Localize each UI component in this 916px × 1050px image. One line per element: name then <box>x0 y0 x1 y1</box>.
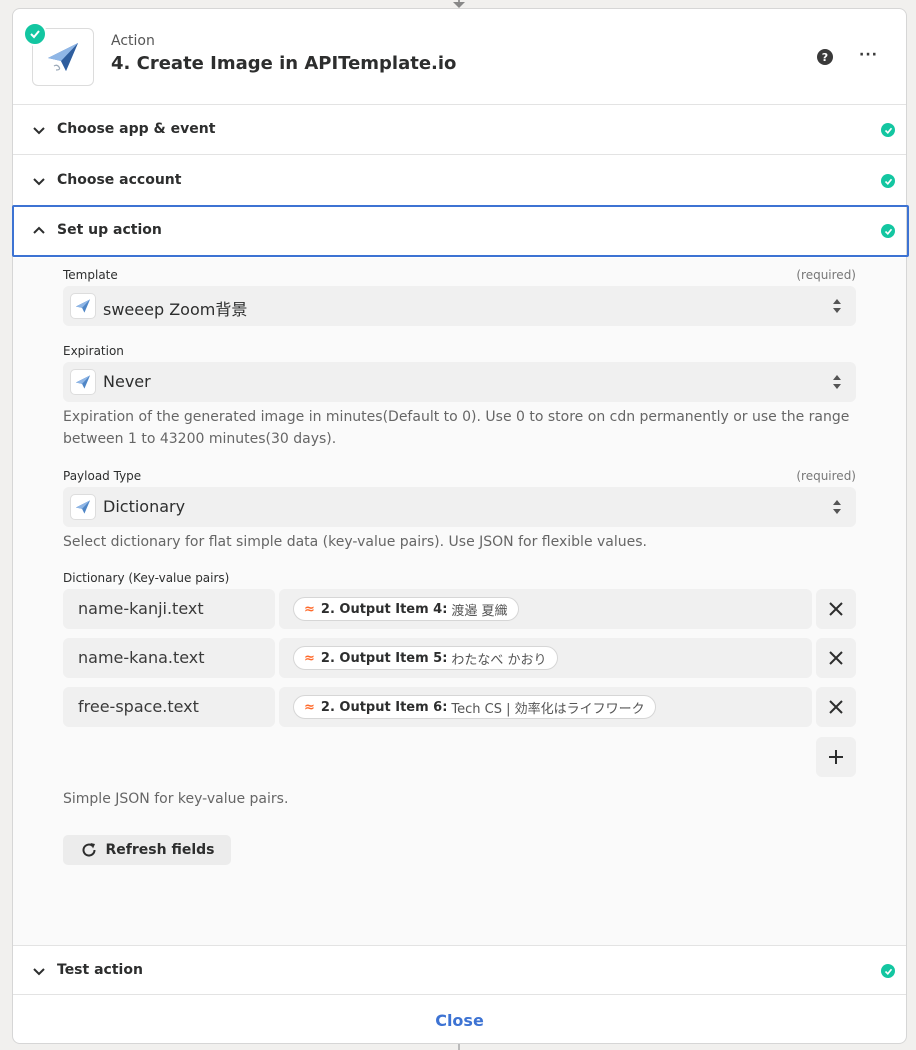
remove-row-button[interactable] <box>816 638 856 678</box>
step-kind-label: Action <box>111 33 155 49</box>
payload-type-select[interactable]: Dictionary <box>63 487 856 527</box>
token-value: わたなべ かおり <box>451 652 547 668</box>
expiration-value: Never <box>103 372 151 391</box>
paper-plane-icon <box>48 43 78 71</box>
step-title: 4. Create Image in APITemplate.io <box>111 53 457 74</box>
connector-line-bottom <box>458 1044 460 1050</box>
token-label: 2. Output Item 6: <box>320 699 448 715</box>
token-label: 2. Output Item 5: <box>320 650 448 666</box>
check-icon <box>881 123 895 137</box>
expiration-select[interactable]: Never <box>63 362 856 402</box>
card-footer: Close <box>13 995 906 1045</box>
dictionary-key-input[interactable]: name-kanji.text <box>63 589 275 629</box>
template-value: sweeep Zoom背景 <box>103 300 248 319</box>
dictionary-value-input[interactable]: ≈ 2. Output Item 4: 渡邉 夏織 <box>279 589 812 629</box>
action-step-card: Action 4. Create Image in APITemplate.io… <box>12 8 909 1045</box>
expiration-label: Expiration <box>63 344 124 358</box>
plus-icon <box>829 750 843 764</box>
dictionary-key-input[interactable]: free-space.text <box>63 687 275 727</box>
check-icon <box>881 174 895 188</box>
formatter-icon: ≈ <box>304 601 315 617</box>
template-label: Template <box>63 268 118 282</box>
dictionary-key: name-kana.text <box>78 648 205 667</box>
section-choose-app-event[interactable]: Choose app & event <box>13 105 906 155</box>
mapped-field-token[interactable]: ≈ 2. Output Item 4: 渡邉 夏織 <box>293 597 519 621</box>
section-label: Choose app & event <box>57 121 216 137</box>
step-complete-check-icon <box>23 22 47 46</box>
step-header: Action 4. Create Image in APITemplate.io… <box>13 9 906 105</box>
dictionary-key: name-kanji.text <box>78 599 204 618</box>
section-label: Test action <box>57 962 143 978</box>
check-icon <box>881 964 895 978</box>
dictionary-key: free-space.text <box>78 697 199 716</box>
close-icon <box>829 651 843 665</box>
payload-type-label: Payload Type <box>63 469 142 483</box>
dictionary-label: Dictionary (Key-value pairs) <box>63 571 230 585</box>
mapped-field-token[interactable]: ≈ 2. Output Item 5: わたなべ かおり <box>293 646 558 670</box>
close-icon <box>829 602 843 616</box>
updown-icon <box>833 299 841 313</box>
template-select[interactable]: sweeep Zoom背景 <box>63 286 856 326</box>
paper-plane-icon <box>70 369 96 395</box>
chevron-down-icon <box>33 968 45 976</box>
required-tag: (required) <box>796 469 856 483</box>
section-set-up-action[interactable]: Set up action <box>12 205 909 257</box>
chevron-down-icon <box>33 127 45 135</box>
payload-type-value: Dictionary <box>103 497 186 516</box>
section-label: Set up action <box>57 222 162 238</box>
paper-plane-icon <box>70 494 96 520</box>
refresh-fields-button[interactable]: Refresh fields <box>63 835 231 865</box>
chevron-down-icon <box>33 178 45 186</box>
setup-action-form: Template (required) sweeep Zoom背景 Expira… <box>13 258 906 945</box>
remove-row-button[interactable] <box>816 589 856 629</box>
help-icon[interactable]: ? <box>817 49 833 65</box>
token-value: Tech CS | 効率化はライフワーク <box>451 701 645 717</box>
check-icon <box>881 224 895 238</box>
more-options-icon[interactable]: ··· <box>859 47 878 63</box>
close-icon <box>829 700 843 714</box>
expiration-help: Expiration of the generated image in min… <box>63 409 850 447</box>
add-row-button[interactable] <box>816 737 856 777</box>
formatter-icon: ≈ <box>304 699 315 715</box>
dictionary-value-input[interactable]: ≈ 2. Output Item 6: Tech CS | 効率化はライフワーク <box>279 687 812 727</box>
payload-type-help: Select dictionary for flat simple data (… <box>63 534 647 550</box>
refresh-icon <box>82 843 96 857</box>
dictionary-help: Simple JSON for key-value pairs. <box>63 791 289 807</box>
updown-icon <box>833 500 841 514</box>
dictionary-value-input[interactable]: ≈ 2. Output Item 5: わたなべ かおり <box>279 638 812 678</box>
required-tag: (required) <box>796 268 856 282</box>
token-value: 渡邉 夏織 <box>451 603 508 619</box>
chevron-up-icon <box>33 226 45 234</box>
section-test-action[interactable]: Test action <box>13 945 906 995</box>
paper-plane-icon <box>70 293 96 319</box>
updown-icon <box>833 375 841 389</box>
refresh-fields-label: Refresh fields <box>105 842 215 858</box>
formatter-icon: ≈ <box>304 650 315 666</box>
section-choose-account[interactable]: Choose account <box>13 156 906 206</box>
mapped-field-token[interactable]: ≈ 2. Output Item 6: Tech CS | 効率化はライフワーク <box>293 695 656 719</box>
token-label: 2. Output Item 4: <box>320 601 448 617</box>
close-button[interactable]: Close <box>435 1011 484 1030</box>
dictionary-key-input[interactable]: name-kana.text <box>63 638 275 678</box>
section-label: Choose account <box>57 172 182 188</box>
remove-row-button[interactable] <box>816 687 856 727</box>
